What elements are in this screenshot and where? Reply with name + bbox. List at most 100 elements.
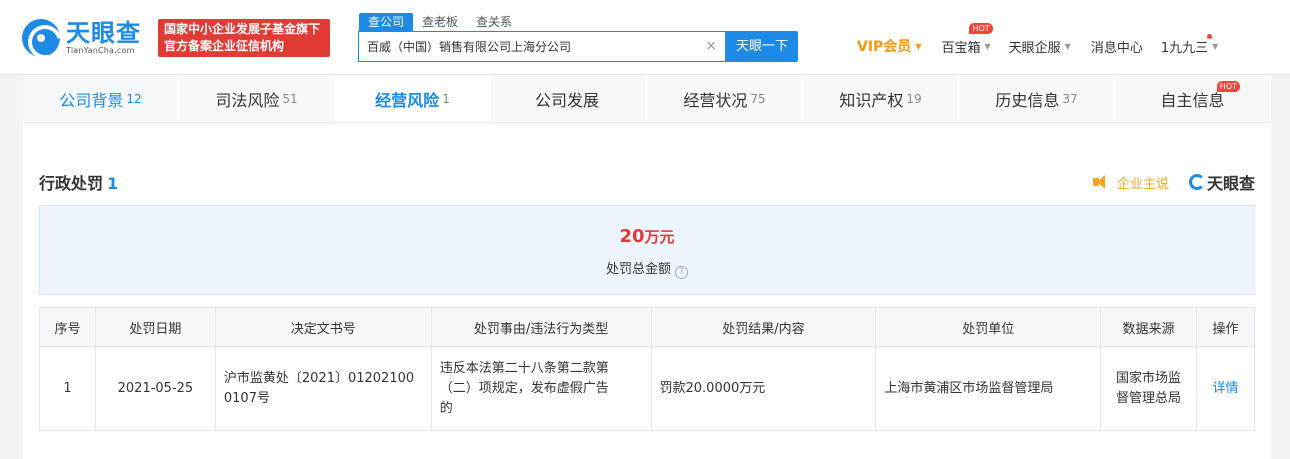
nav-vip-label: VIP会员	[857, 39, 912, 55]
cell-document-no: 沪市监黄处〔2021〕01202100 0107号	[214, 346, 432, 431]
hot-badge: HOT	[1216, 81, 1240, 92]
cell-index: 1	[39, 346, 96, 431]
badge-line-2: 官方备案企业征信机构	[164, 39, 285, 53]
logo-domain: TianYanCha.com	[66, 46, 135, 55]
amount-unit: 万元	[644, 228, 675, 246]
chevron-down-icon: ▼	[1212, 41, 1219, 51]
category-tabs: 公司背景 12 司法风险 51 经营风险 1 公司发展 经营状况 75 知识产权…	[23, 75, 1271, 123]
eye-logo-icon	[1188, 174, 1205, 190]
search-tab-boss[interactable]: 查老板	[413, 13, 467, 31]
hot-badge: HOT	[969, 22, 993, 34]
search-mode-tabs: 查公司 查老板 查关系	[359, 13, 521, 31]
cell-date: 2021-05-25	[94, 346, 216, 431]
tab-operation-status[interactable]: 经营状况 75	[647, 75, 803, 122]
section-tools: 企业主说 天眼查	[1092, 170, 1255, 194]
doc-line: 沪市监黄处〔2021〕01202100	[223, 370, 415, 386]
badge-line-1: 国家中小企业发展子基金旗下	[164, 22, 321, 36]
watermark-text: 天眼查	[1206, 174, 1255, 193]
top-bar: 天眼查 TianYanCha.com 国家中小企业发展子基金旗下 官方备案企业征…	[0, 0, 1290, 75]
reason-line: 违反本法第二十八条第二款第	[439, 360, 609, 376]
col-action: 操作	[1195, 307, 1256, 347]
tianyancha-watermark: 天眼查	[1188, 170, 1255, 194]
official-badge: 国家中小企业发展子基金旗下 官方备案企业征信机构	[158, 19, 330, 57]
cell-result: 罚款20.0000万元	[650, 346, 877, 431]
tab-label: 知识产权	[839, 90, 904, 110]
nav-treasure-label: 百宝箱	[941, 40, 981, 56]
clear-icon[interactable]: ×	[705, 38, 717, 54]
cell-authority: 上海市黄浦区市场监督管理局	[875, 346, 1102, 431]
col-reason: 处罚事由/违法行为类型	[430, 307, 652, 347]
cell-action: 详情	[1195, 346, 1256, 431]
penalty-table: 序号 处罚日期 决定文书号 处罚事由/违法行为类型 处罚结果/内容 处罚单位 数…	[39, 307, 1256, 431]
tab-count: 37	[1062, 91, 1078, 106]
tab-company-development[interactable]: 公司发展	[491, 75, 647, 122]
nav-vip[interactable]: VIP会员 ▼	[857, 36, 921, 56]
search-tab-company[interactable]: 查公司	[359, 13, 414, 31]
tab-label: 经营状况	[683, 90, 748, 110]
chevron-down-icon: ▼	[915, 41, 922, 51]
section-header: 行政处罚 1 企业主说 天眼查	[39, 170, 1255, 194]
tab-label: 司法风险	[215, 90, 280, 110]
tab-company-background[interactable]: 公司背景 12	[23, 75, 179, 122]
section-title: 行政处罚 1	[39, 170, 1255, 194]
nav-user[interactable]: 1九九三 ▼	[1160, 33, 1219, 56]
tianyancha-logo[interactable]: 天眼查 TianYanCha.com	[22, 17, 152, 59]
tab-label: 公司背景	[59, 90, 124, 110]
tab-label: 历史信息	[995, 90, 1060, 110]
penalty-summary: 20万元 处罚总金额?	[39, 205, 1255, 295]
search-input[interactable]	[367, 39, 697, 54]
table-header-row: 序号 处罚日期 决定文书号 处罚事由/违法行为类型 处罚结果/内容 处罚单位 数…	[39, 307, 1256, 347]
detail-link[interactable]: 详情	[1212, 381, 1238, 396]
logo-text: 天眼查 TianYanCha.com	[66, 20, 141, 56]
total-penalty-amount: 20万元	[40, 226, 1254, 247]
section-count: 1	[107, 174, 119, 193]
search-box: ×	[358, 31, 726, 62]
speaker-icon	[1092, 175, 1107, 189]
col-date: 处罚日期	[94, 307, 216, 347]
tab-label: 自主信息	[1160, 90, 1225, 110]
tab-count: 75	[750, 91, 766, 106]
nav-treasure[interactable]: 百宝箱 ▼ HOT	[941, 22, 993, 56]
cell-source: 国家市场监 督管理总局	[1100, 346, 1197, 431]
total-penalty-label: 处罚总金额?	[40, 258, 1254, 279]
chevron-down-icon: ▼	[984, 41, 991, 51]
doc-line: 0107号	[223, 390, 270, 406]
tab-count: 51	[282, 91, 298, 106]
section-title-text: 行政处罚	[39, 174, 104, 193]
search-tab-relation[interactable]: 查关系	[467, 13, 521, 31]
cell-reason: 违反本法第二十八条第二款第 （二）项规定，发布虚假广告 的	[430, 346, 652, 431]
eye-logo-icon	[22, 19, 60, 57]
logo-name: 天眼查	[66, 19, 141, 47]
tab-label: 公司发展	[534, 90, 599, 110]
tab-operation-risk[interactable]: 经营风险 1	[335, 75, 491, 122]
summary-label-text: 处罚总金额	[605, 262, 671, 277]
reason-line: （二）项规定，发布虚假广告	[439, 380, 609, 396]
tab-count: 12	[126, 91, 142, 106]
tab-self-info[interactable]: 自主信息 HOT	[1115, 75, 1271, 122]
reason-line: 的	[439, 400, 453, 416]
main-panel: 公司背景 12 司法风险 51 经营风险 1 公司发展 经营状况 75 知识产权…	[23, 75, 1271, 459]
chevron-down-icon: ▼	[1064, 41, 1071, 51]
source-line: 督管理总局	[1116, 390, 1182, 406]
help-icon[interactable]: ?	[675, 266, 688, 279]
enterprise-says-link[interactable]: 企业主说	[1117, 173, 1169, 192]
nav-enterprise[interactable]: 天眼企服 ▼	[1009, 37, 1071, 56]
nav-messages[interactable]: 消息中心	[1091, 37, 1143, 56]
tab-count: 1	[442, 91, 450, 106]
tab-history[interactable]: 历史信息 37	[959, 75, 1115, 122]
col-document-no: 决定文书号	[214, 307, 432, 347]
col-source: 数据来源	[1100, 307, 1197, 347]
nav-enterprise-label: 天眼企服	[1008, 40, 1061, 56]
search-button[interactable]: 天眼一下	[726, 31, 798, 62]
tab-label: 经营风险	[375, 90, 440, 110]
amount-value: 20	[619, 226, 645, 247]
tab-judicial-risk[interactable]: 司法风险 51	[179, 75, 335, 122]
table-row: 1 2021-05-25 沪市监黄处〔2021〕01202100 0107号 违…	[39, 346, 1256, 431]
notification-dot	[1207, 33, 1213, 39]
tab-intellectual-property[interactable]: 知识产权 19	[803, 75, 959, 122]
col-result: 处罚结果/内容	[650, 307, 877, 347]
col-index: 序号	[39, 307, 96, 347]
nav-user-label: 1九九三	[1160, 40, 1209, 56]
nav-messages-label: 消息中心	[1090, 40, 1143, 56]
col-authority: 处罚单位	[875, 307, 1102, 347]
